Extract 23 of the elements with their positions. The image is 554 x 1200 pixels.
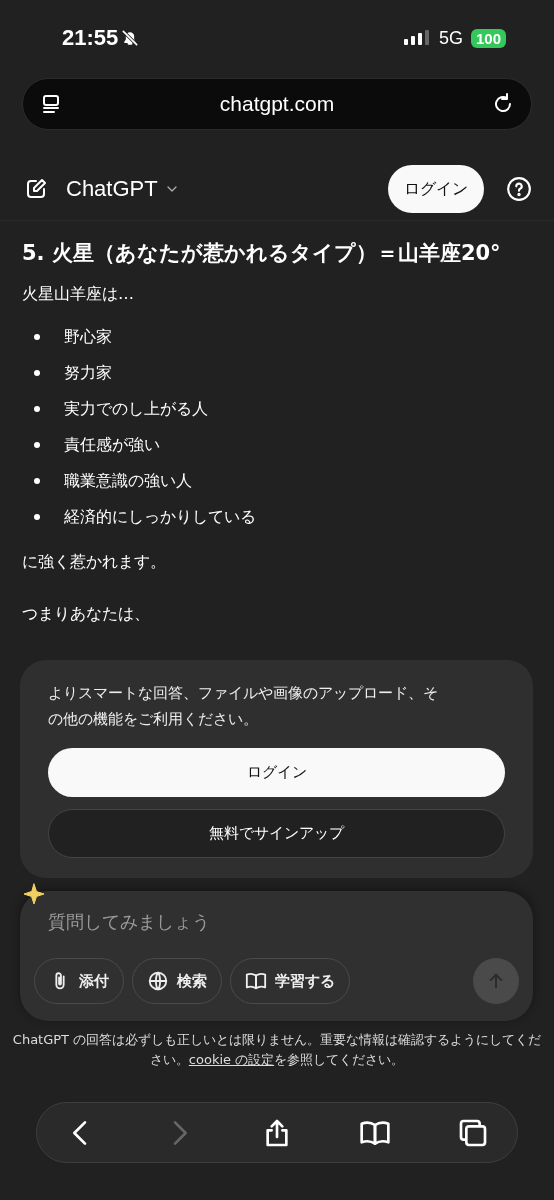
- list-item-text: 実力でのし上がる人: [64, 398, 208, 420]
- list-item-text: 職業意識の強い人: [64, 470, 192, 492]
- clock-time: 21:55: [62, 25, 119, 51]
- message-heading: 5. 火星（あなたが惹かれるタイプ）＝山羊座20°: [22, 240, 502, 267]
- message-text: つまりあなたは、: [22, 603, 151, 625]
- url-text: chatgpt.com: [218, 92, 336, 116]
- battery-level: 100: [470, 28, 506, 48]
- cookie-settings-link[interactable]: cookie の設定: [188, 1052, 275, 1067]
- model-selector[interactable]: ChatGPT: [62, 172, 184, 206]
- disclaimer-text: ChatGPT の回答は必ずしも正しいとは限りません。重要な情報は確認するようにしてください。cookie の設定を参照してください。: [11, 1031, 543, 1069]
- network-label: 5G: [438, 27, 463, 49]
- message-text: 火星山羊座は…: [22, 283, 135, 305]
- message-input[interactable]: 質問してみましょう: [34, 905, 519, 938]
- list-item-text: 経済的にしっかりしている: [64, 506, 256, 528]
- list-item-text: 努力家: [64, 362, 112, 384]
- list-item-text: 責任感が強い: [64, 434, 160, 456]
- message-text: に強く惹かれます。: [22, 551, 167, 573]
- address-bar[interactable]: chatgpt.com: [22, 78, 532, 130]
- list-item-text: 野心家: [64, 326, 112, 348]
- signup-button[interactable]: 無料でサインアップ: [48, 809, 505, 858]
- login-button[interactable]: ログイン: [388, 165, 484, 213]
- login-button[interactable]: ログイン: [48, 748, 505, 797]
- card-text: よりスマートな回答、ファイルや画像のアップロード、その他の機能をご利用ください。: [48, 683, 439, 730]
